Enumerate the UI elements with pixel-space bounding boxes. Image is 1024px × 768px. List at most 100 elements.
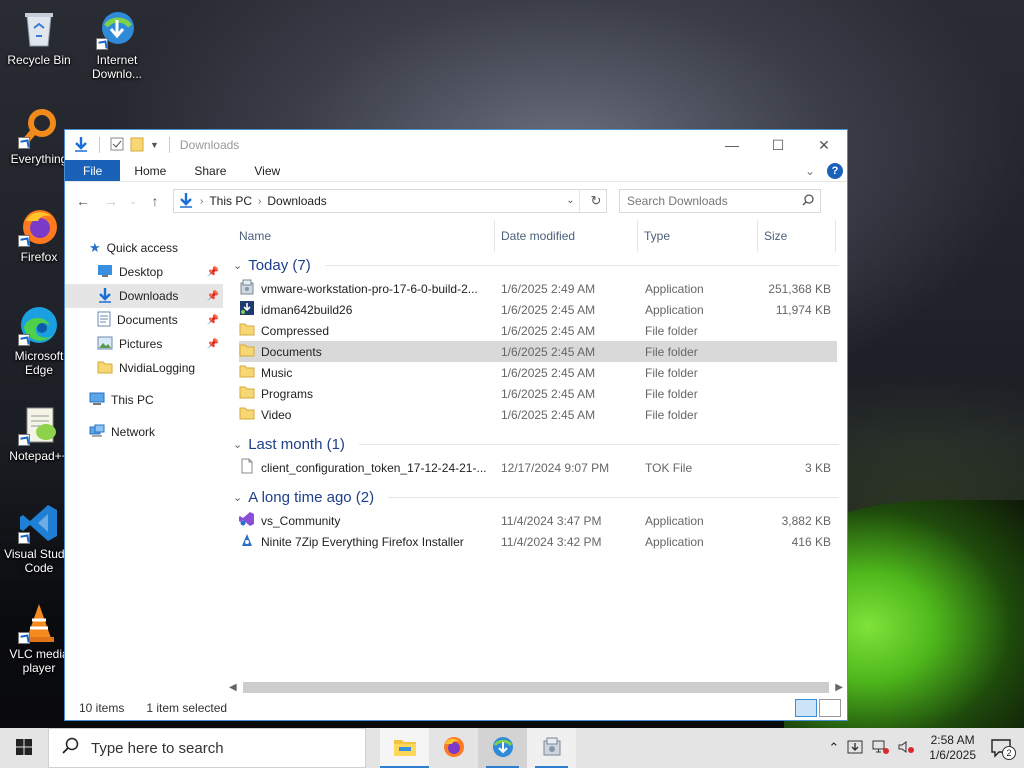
nav-item-this-pc[interactable]: This PC [65, 388, 223, 412]
expand-ribbon-chevron-icon[interactable]: ⌄ [805, 164, 815, 178]
scroll-right-icon[interactable]: ▶ [835, 682, 847, 693]
back-arrow-icon[interactable]: ← [71, 189, 95, 213]
tab-file[interactable]: File [65, 160, 121, 181]
desktop-icon-label: Recycle Bin [7, 53, 71, 67]
nav-item-nvidialogging[interactable]: NvidiaLogging [65, 356, 223, 380]
address-bar[interactable]: › This PC › Downloads ⌄ ↻ [173, 189, 607, 213]
file-type: File folder [645, 365, 698, 380]
vscode-icon [18, 502, 60, 544]
ninite-icon [239, 532, 255, 551]
taskbar-vmware-installer[interactable] [527, 728, 576, 768]
breadcrumb-downloads[interactable]: Downloads [267, 194, 326, 208]
download-arrow-icon[interactable] [73, 136, 89, 155]
file-row[interactable]: vs_Community 11/4/2024 3:47 PM Application… [239, 510, 837, 531]
collapse-chevron-icon[interactable]: ⌄ [233, 259, 242, 272]
file-row[interactable]: idman642build26 1/6/2025 2:45 AM Applicati… [239, 299, 837, 320]
windows-logo-icon [16, 738, 32, 758]
forward-arrow-icon[interactable]: → [99, 189, 123, 213]
horizontal-scrollbar[interactable]: ◀ ▶ [223, 679, 847, 696]
shortcut-arrow-icon [96, 38, 108, 50]
collapse-chevron-icon[interactable]: ⌄ [233, 438, 242, 451]
column-header-size[interactable]: Size [758, 220, 836, 252]
file-row[interactable]: client_configuration_token_17-12-24-21-.… [239, 457, 837, 478]
recent-locations-chevron-icon[interactable]: ⌄ [127, 189, 139, 213]
desktop-icon-label: Internet Downlo... [91, 53, 143, 81]
tab-home[interactable]: Home [120, 160, 180, 181]
file-row[interactable]: Ninite 7Zip Everything Firefox Installer… [239, 531, 837, 552]
file-type: File folder [645, 323, 698, 338]
taskbar-search-box[interactable]: Type here to search [48, 728, 366, 768]
nav-item-downloads[interactable]: Downloads 📌 [65, 284, 223, 308]
file-date: 1/6/2025 2:45 AM [501, 386, 596, 401]
taskbar-file-explorer[interactable] [380, 728, 429, 768]
volume-muted-icon[interactable] [897, 739, 915, 758]
tab-view[interactable]: View [240, 160, 294, 181]
maximize-button[interactable]: ☐ [755, 130, 801, 160]
system-clock[interactable]: 2:58 AM 1/6/2025 [929, 733, 976, 763]
group-header[interactable]: ⌄ Today (7) [233, 252, 847, 278]
file-row[interactable]: vmware-workstation-pro-17-6-0-build-2...… [239, 278, 837, 299]
new-folder-icon[interactable] [130, 136, 144, 155]
collapse-chevron-icon[interactable]: ⌄ [233, 491, 242, 504]
nav-item-pictures[interactable]: Pictures 📌 [65, 332, 223, 356]
group-header[interactable]: ⌄ A long time ago (2) [233, 484, 847, 510]
breadcrumb-this-pc[interactable]: This PC [209, 194, 252, 208]
scrollbar-thumb[interactable] [242, 682, 830, 693]
idm-icon [490, 735, 516, 762]
nav-item-desktop[interactable]: Desktop 📌 [65, 260, 223, 284]
scroll-left-icon[interactable]: ◀ [223, 682, 237, 693]
show-hidden-icons-chevron-icon[interactable]: ⌃ [828, 740, 839, 756]
group-divider [388, 496, 839, 498]
shortcut-arrow-icon [18, 137, 30, 149]
file-groups: ⌄ Today (7) vmware-workstation-pro-17-6-0-… [223, 252, 847, 558]
refresh-icon[interactable]: ↻ [586, 193, 606, 209]
desktop-icon-recycle-bin[interactable]: Recycle Bin [0, 8, 78, 67]
clock-date: 1/6/2025 [929, 748, 976, 762]
file-row[interactable]: Music 1/6/2025 2:45 AM File folder [239, 362, 837, 383]
start-button[interactable] [0, 728, 48, 768]
properties-icon[interactable] [110, 137, 124, 154]
search-input[interactable]: Search Downloads [627, 194, 728, 208]
customize-toolbar-dropdown-icon[interactable]: ▼ [150, 140, 159, 150]
file-row[interactable]: Compressed 1/6/2025 2:45 AM File folder [239, 320, 837, 341]
file-size: 251,368 KB [768, 281, 831, 296]
star-icon: ★ [89, 240, 101, 255]
column-header-name[interactable]: Name [233, 220, 495, 252]
breadcrumb-chevron-icon[interactable]: › [200, 196, 203, 207]
file-date: 12/17/2024 9:07 PM [501, 460, 610, 475]
file-row[interactable]: Documents 1/6/2025 2:45 AM File folder [239, 341, 837, 362]
folder-icon [239, 384, 255, 403]
up-arrow-icon[interactable]: ↑ [143, 189, 167, 213]
file-row[interactable]: Programs 1/6/2025 2:45 AM File folder [239, 383, 837, 404]
nav-item-label: Pictures [119, 337, 163, 351]
nav-item-label: This PC [111, 393, 154, 407]
file-type: Application [645, 281, 704, 296]
shortcut-arrow-icon [18, 632, 30, 644]
taskbar-firefox[interactable] [429, 728, 478, 768]
column-header-type[interactable]: Type [638, 220, 758, 252]
tab-share[interactable]: Share [180, 160, 240, 181]
folder-icon [239, 321, 255, 340]
close-button[interactable]: ✕ [801, 130, 847, 160]
column-header-date-modified[interactable]: Date modified [495, 220, 638, 252]
details-view-icon[interactable] [795, 699, 817, 717]
group-header[interactable]: ⌄ Last month (1) [233, 431, 847, 457]
address-dropdown-icon[interactable]: ⌄ [562, 190, 580, 212]
nav-item-documents[interactable]: Documents 📌 [65, 308, 223, 332]
notification-center-icon[interactable]: 2 [990, 738, 1016, 760]
help-icon[interactable]: ? [827, 162, 843, 179]
nav-item-quick-access[interactable]: ★ Quick access [65, 236, 223, 260]
taskbar-search-input[interactable]: Type here to search [91, 740, 224, 757]
desktop-icon-internet-download-manager[interactable]: Internet Downlo... [78, 8, 156, 81]
file-size: 416 KB [791, 534, 831, 549]
file-type: File folder [645, 407, 698, 422]
nav-item-network[interactable]: Network [65, 420, 223, 444]
breadcrumb-chevron-icon[interactable]: › [258, 196, 261, 207]
search-box[interactable]: Search Downloads [619, 189, 821, 213]
network-status-icon[interactable] [871, 739, 890, 758]
taskbar-internet-download-manager[interactable] [478, 728, 527, 768]
idm-tray-icon[interactable] [847, 739, 863, 758]
minimize-button[interactable]: — [709, 130, 755, 160]
file-row[interactable]: Video 1/6/2025 2:45 AM File folder [239, 404, 837, 425]
large-icons-view-icon[interactable] [819, 699, 841, 717]
